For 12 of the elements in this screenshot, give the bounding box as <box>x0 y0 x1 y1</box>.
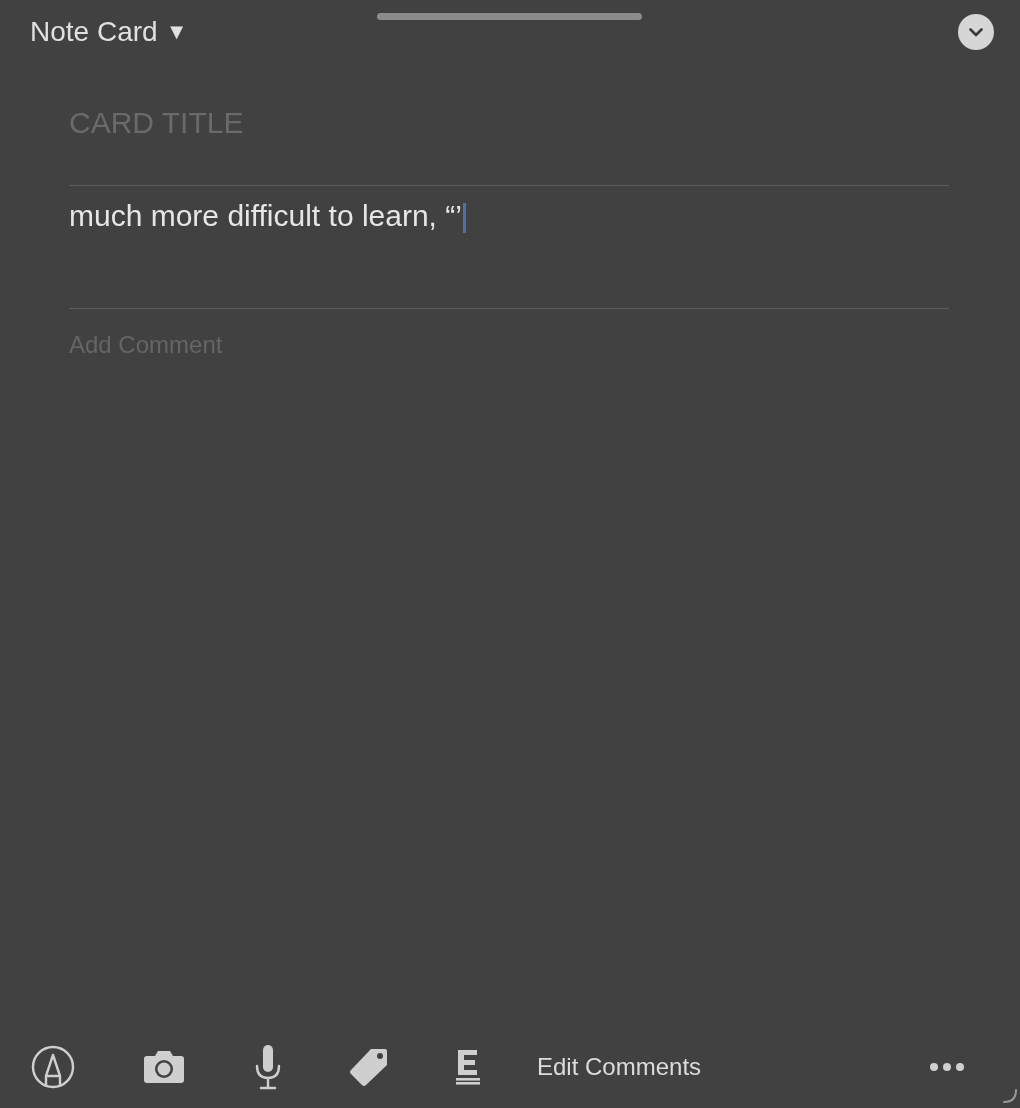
drag-handle[interactable] <box>377 13 642 20</box>
microphone-icon[interactable] <box>253 1044 283 1090</box>
tag-icon[interactable] <box>349 1047 389 1087</box>
resize-handle[interactable] <box>1002 1088 1018 1104</box>
card-type-dropdown[interactable]: Note Card ▼ <box>30 16 188 48</box>
markup-pen-icon[interactable] <box>31 1045 75 1089</box>
edit-comments-button[interactable]: Edit Comments <box>537 1053 702 1081</box>
collapse-button[interactable] <box>958 14 994 50</box>
letter-e-icon[interactable] <box>455 1049 481 1085</box>
card-text-field[interactable]: much more difficult to learn, “’ <box>69 186 949 308</box>
camera-icon[interactable] <box>141 1050 187 1084</box>
more-icon[interactable] <box>929 1062 965 1072</box>
